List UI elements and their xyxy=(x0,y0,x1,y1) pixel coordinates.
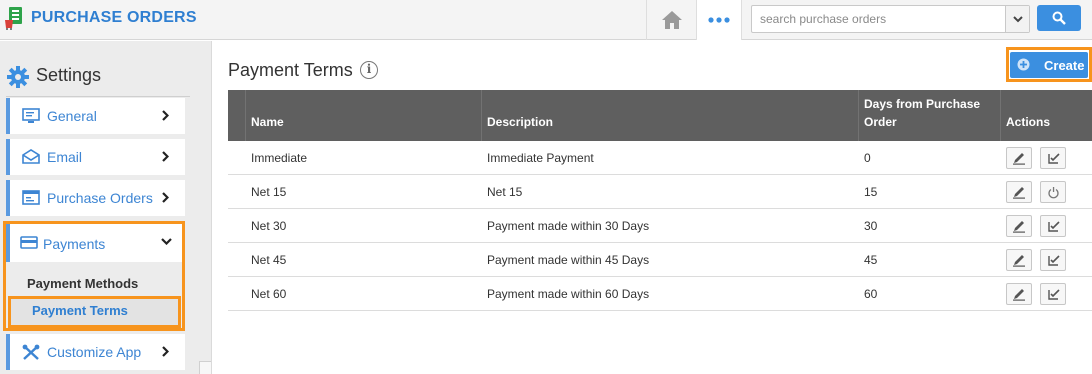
plus-circle-icon xyxy=(1017,58,1030,71)
pencil-icon xyxy=(1013,187,1025,199)
cell-description: Immediate Payment xyxy=(487,151,594,165)
credit-card-icon xyxy=(20,236,38,249)
search-input[interactable] xyxy=(752,6,1005,32)
sidebar: Settings General Email Purchase Orders P… xyxy=(0,41,212,374)
sidebar-subitem-payment-terms[interactable]: Payment Terms xyxy=(8,296,181,328)
table-row: Net 60 Payment made within 60 Days 60 xyxy=(228,277,1092,311)
sidebar-item-label: General xyxy=(47,108,97,124)
sidebar-item-label: Purchase Orders xyxy=(47,190,153,206)
edit-button[interactable] xyxy=(1006,283,1032,305)
cell-days: 30 xyxy=(864,219,878,233)
sidebar-item-email[interactable]: Email xyxy=(6,139,185,175)
cell-description: Payment made within 30 Days xyxy=(487,219,650,233)
settings-title: Settings xyxy=(36,65,102,85)
window-list-icon xyxy=(22,190,40,205)
sidebar-item-payments[interactable]: Payments xyxy=(6,224,182,262)
app-logo-icon xyxy=(5,7,22,30)
gear-icon xyxy=(7,66,29,88)
table-header: Name Description Days from Purchase Orde… xyxy=(228,90,1092,141)
more-options-button[interactable] xyxy=(696,0,742,40)
page-title: Payment Terms xyxy=(228,60,353,80)
search-dropdown-button[interactable] xyxy=(1005,6,1029,32)
edit-button[interactable] xyxy=(1006,249,1032,271)
chevron-right-icon xyxy=(162,151,169,162)
table-header-spacer xyxy=(228,90,246,141)
search-icon xyxy=(1052,11,1066,25)
cell-name: Net 60 xyxy=(251,287,287,301)
cell-description: Payment made within 60 Days xyxy=(487,287,650,301)
sidebar-item-label: Customize App xyxy=(47,344,142,360)
edit-button[interactable] xyxy=(1006,147,1032,169)
sidebar-subitem-payment-methods[interactable]: Payment Methods xyxy=(27,276,138,291)
sidebar-scrollbar[interactable] xyxy=(199,361,211,374)
pencil-icon xyxy=(1013,153,1025,165)
chevron-right-icon xyxy=(162,346,169,357)
column-header-description[interactable]: Description xyxy=(482,90,859,141)
home-button[interactable] xyxy=(646,0,696,40)
select-button[interactable] xyxy=(1040,147,1066,169)
create-button[interactable]: Create xyxy=(1010,52,1088,78)
cell-description: Net 15 xyxy=(487,185,523,199)
select-button[interactable] xyxy=(1040,249,1066,271)
power-icon xyxy=(1047,186,1059,198)
search-button[interactable] xyxy=(1037,5,1081,31)
toggle-active-button[interactable] xyxy=(1040,181,1066,203)
chevron-down-icon xyxy=(161,238,172,245)
cell-days: 15 xyxy=(864,185,878,199)
select-button[interactable] xyxy=(1040,283,1066,305)
edit-button[interactable] xyxy=(1006,215,1032,237)
create-label: Create xyxy=(1044,58,1085,73)
table-row: Net 45 Payment made within 45 Days 45 xyxy=(228,243,1092,277)
chevron-right-icon xyxy=(162,110,169,121)
table-row: Immediate Immediate Payment 0 xyxy=(228,141,1092,175)
column-header-days[interactable]: Days from Purchase Order xyxy=(859,90,1001,141)
cell-days: 0 xyxy=(864,151,871,165)
home-icon xyxy=(661,11,682,29)
sidebar-subitem-label: Payment Terms xyxy=(32,303,128,318)
cell-days: 60 xyxy=(864,287,878,301)
edit-check-icon xyxy=(1047,288,1060,300)
top-bar: PURCHASE ORDERS xyxy=(0,0,1092,40)
sidebar-item-customize-app[interactable]: Customize App xyxy=(6,334,185,370)
monitor-icon xyxy=(22,108,40,123)
chevron-down-icon xyxy=(1012,15,1023,22)
pencil-icon xyxy=(1013,221,1025,233)
column-header-actions: Actions xyxy=(1006,115,1051,129)
sidebar-item-purchase-orders[interactable]: Purchase Orders xyxy=(6,180,185,216)
search-box xyxy=(751,5,1030,33)
settings-header: Settings xyxy=(6,63,190,97)
app-title[interactable]: PURCHASE ORDERS xyxy=(31,9,197,27)
sidebar-item-general[interactable]: General xyxy=(6,98,185,134)
tools-icon xyxy=(22,344,40,360)
edit-check-icon xyxy=(1047,254,1060,266)
pencil-icon xyxy=(1013,289,1025,301)
cell-name: Net 45 xyxy=(251,253,287,267)
pencil-icon xyxy=(1013,255,1025,267)
select-button[interactable] xyxy=(1040,215,1066,237)
envelope-icon xyxy=(22,149,40,164)
edit-check-icon xyxy=(1047,152,1060,164)
info-icon[interactable]: i xyxy=(360,61,378,79)
cell-description: Payment made within 45 Days xyxy=(487,253,650,267)
cell-name: Net 15 xyxy=(251,185,287,199)
chevron-right-icon xyxy=(162,192,169,203)
cell-days: 45 xyxy=(864,253,878,267)
more-dots-icon xyxy=(708,17,730,23)
table-row: Net 15 Net 15 15 xyxy=(228,175,1092,209)
edit-check-icon xyxy=(1047,220,1060,232)
sidebar-item-label: Payments xyxy=(43,236,106,252)
column-header-name[interactable]: Name xyxy=(246,90,482,141)
table-row: Net 30 Payment made within 30 Days 30 xyxy=(228,209,1092,243)
sidebar-item-label: Email xyxy=(47,149,83,165)
cell-name: Immediate xyxy=(251,151,308,165)
edit-button[interactable] xyxy=(1006,181,1032,203)
cell-name: Net 30 xyxy=(251,219,287,233)
